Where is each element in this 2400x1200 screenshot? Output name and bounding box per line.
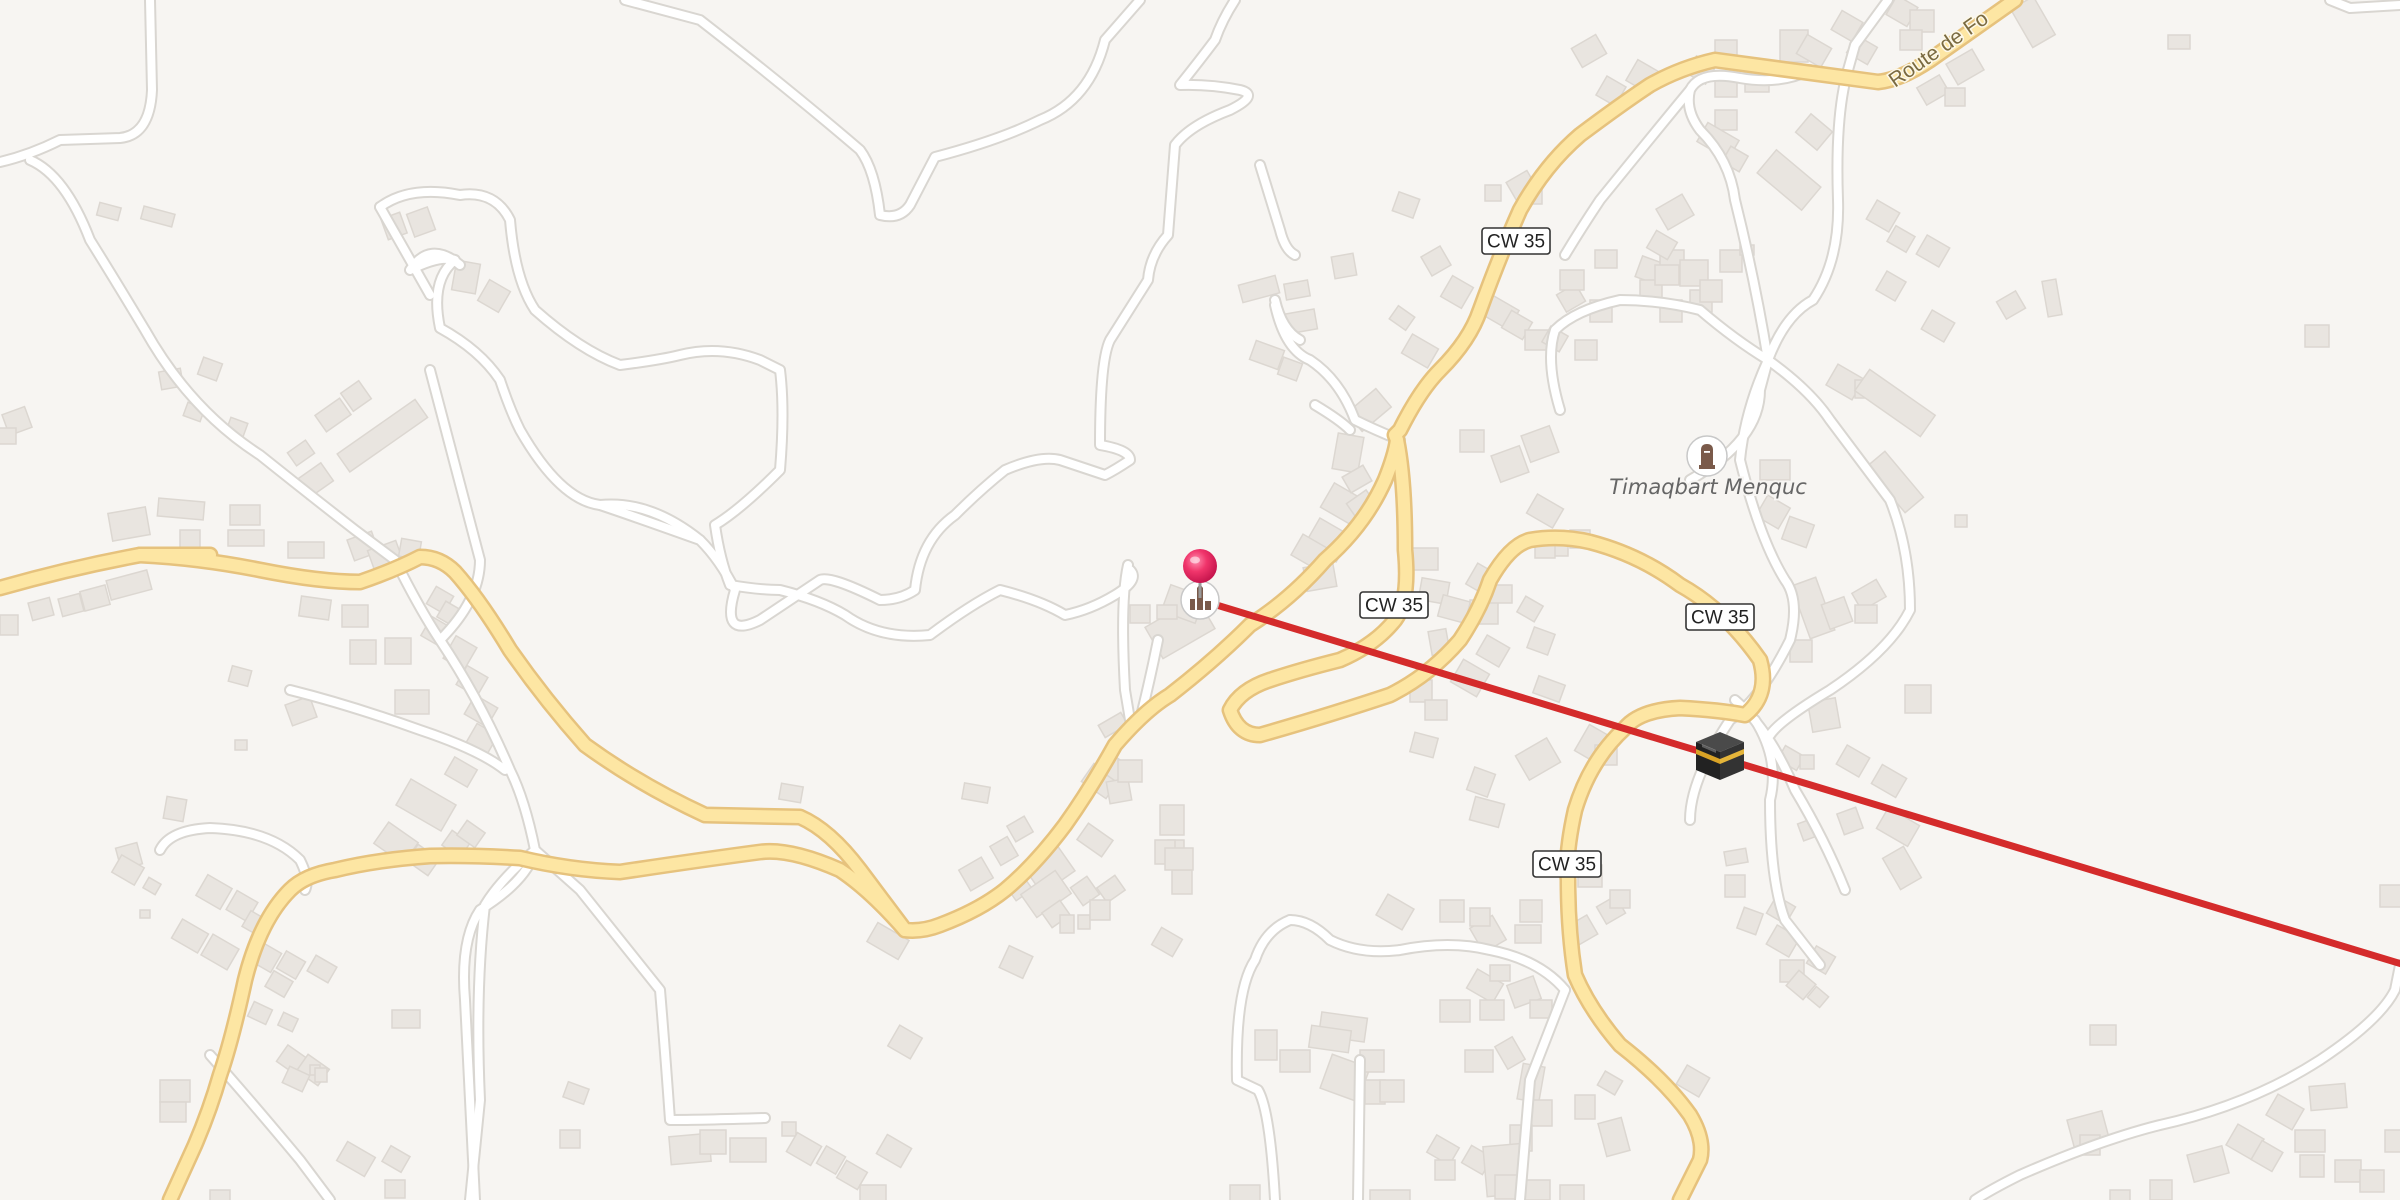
- cemetery-icon[interactable]: [1686, 435, 1728, 477]
- map-layer: Route de Fo CW 35 CW 35 CW 35 CW 35 Tima…: [0, 0, 2400, 1200]
- map-canvas[interactable]: Route de Fo CW 35 CW 35 CW 35 CW 35 Tima…: [0, 0, 2400, 1200]
- svg-text:CW 35: CW 35: [1538, 855, 1596, 876]
- road-shield-cw35[interactable]: CW 35: [1532, 850, 1602, 878]
- road-shield-cw35[interactable]: CW 35: [1359, 591, 1429, 619]
- road-shield-cw35[interactable]: CW 35: [1685, 603, 1755, 631]
- svg-text:CW 35: CW 35: [1487, 232, 1545, 253]
- road-shield-cw35[interactable]: CW 35: [1481, 227, 1551, 255]
- svg-text:CW 35: CW 35: [1691, 608, 1749, 629]
- svg-text:CW 35: CW 35: [1365, 596, 1423, 617]
- place-label[interactable]: Timaqbart Menquc: [1607, 473, 1809, 501]
- kaaba-icon[interactable]: [1696, 732, 1744, 780]
